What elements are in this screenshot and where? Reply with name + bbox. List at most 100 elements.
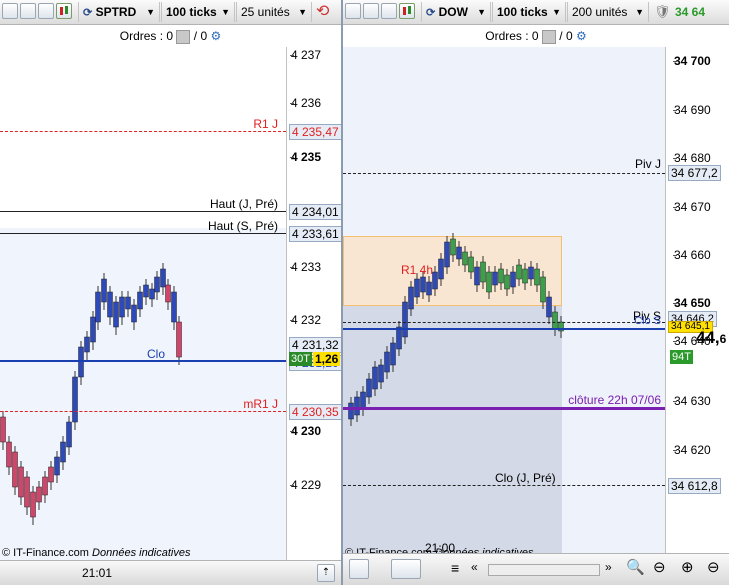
candle	[137, 291, 143, 310]
symbol-dropdown[interactable]: ⟳ DOW ▼	[421, 2, 491, 22]
haut-s-label: Haut (S, Pré)	[207, 219, 278, 233]
right-plot-area[interactable]: Piv J R1 4h Piv S Clo S clôture 22h 07/0…	[343, 47, 665, 561]
settings-icon[interactable]: ⚙	[576, 29, 587, 43]
candle	[450, 238, 456, 256]
candle	[480, 261, 486, 283]
candle	[390, 342, 396, 366]
candle	[30, 491, 36, 518]
line-chart-icon[interactable]	[381, 3, 397, 19]
candle	[420, 276, 426, 293]
minimize-icon[interactable]	[2, 3, 18, 19]
ticks-dropdown[interactable]: 100 ticks ▼	[161, 2, 235, 22]
candle	[348, 402, 354, 420]
candle	[402, 301, 408, 338]
units-dropdown[interactable]: 200 unités ▼	[567, 2, 649, 22]
price-badge: 1,26	[313, 352, 341, 366]
candle	[95, 291, 101, 323]
alert-icon[interactable]: 🛡	[654, 2, 671, 22]
draw-tool-icon[interactable]	[349, 559, 369, 579]
haut-j-tag: 4 234,01	[289, 204, 341, 220]
mr1-tag: 4 230,35	[289, 404, 341, 420]
zoom-fit-icon[interactable]: 🔍	[626, 558, 645, 576]
time-scrollbar[interactable]	[488, 564, 600, 576]
candle	[90, 316, 96, 343]
restore-icon[interactable]	[20, 3, 36, 19]
ticks-label: 100 ticks	[166, 5, 217, 19]
candle	[444, 241, 450, 268]
candle	[54, 456, 60, 476]
line-chart-icon[interactable]	[38, 3, 54, 19]
refresh-icon[interactable]: ⟲	[316, 2, 329, 22]
symbol-label: DOW	[438, 5, 468, 19]
piv-j-label: Piv J	[634, 157, 661, 171]
cancel-orders-icon[interactable]	[541, 29, 556, 44]
zoom-in-icon[interactable]: ⊕	[681, 558, 694, 576]
haut-j-label: Haut (J, Pré)	[209, 197, 278, 211]
copyright: © IT-Finance.com Données indicatives	[2, 547, 191, 559]
piv-j-line	[343, 173, 665, 174]
restore-icon[interactable]	[363, 3, 379, 19]
time-label: 21:01	[82, 566, 113, 580]
candle	[414, 278, 420, 298]
orders-bar: Ordres : 0 / 0 ⚙	[343, 25, 729, 48]
scroll-left-icon[interactable]: «	[471, 560, 478, 574]
units-dropdown[interactable]: 25 unités ▼	[236, 2, 312, 22]
symbol-dropdown[interactable]: ⟳ SPTRD ▼	[78, 2, 160, 22]
candle	[119, 296, 125, 318]
candlestick-icon[interactable]	[399, 3, 415, 19]
cancel-orders-icon[interactable]	[176, 29, 191, 44]
axis-tick: 34 650	[673, 296, 711, 310]
scroll-right-icon[interactable]: »	[605, 560, 612, 574]
clo-label: Clo	[147, 347, 166, 361]
candle	[6, 441, 12, 468]
symbol-refresh-icon: ⟳	[426, 7, 436, 19]
zoom-out-icon[interactable]: ⊖	[653, 558, 666, 576]
haut-s-line	[0, 233, 286, 234]
candle	[78, 346, 84, 378]
candle	[143, 284, 149, 298]
candle	[498, 268, 504, 284]
r1-tag: 4 235,47	[289, 124, 341, 140]
candle	[468, 256, 474, 273]
ticks-dropdown[interactable]: 100 ticks ▼	[492, 2, 566, 22]
right-bottom-toolbar: 21:00 ≡ « » 🔍 ⊖ ⊕ ⊖	[343, 541, 729, 585]
axis-tick: 34 670	[673, 200, 711, 214]
chevron-down-icon: ▼	[477, 7, 486, 17]
scroll-up-icon[interactable]: ⇡	[317, 564, 335, 582]
clo-s-label: Clo S	[634, 315, 661, 327]
clo-line	[0, 360, 286, 362]
ticks-badge: 94T	[670, 350, 693, 364]
axis-tick: 4 233	[289, 260, 322, 274]
minimize-icon[interactable]	[345, 3, 361, 19]
units-label: 25 unités	[241, 5, 290, 19]
settings-icon[interactable]: ⚙	[210, 29, 221, 43]
axis-tick: 34 630	[673, 394, 711, 408]
menu-icon[interactable]: ≡	[451, 560, 459, 576]
left-plot-area[interactable]: R1 J Haut (J, Pré) Haut (S, Pré) Clo mR1…	[0, 47, 286, 561]
candle	[534, 268, 540, 286]
chevron-down-icon: ▼	[221, 7, 230, 17]
r1-label: R1 J	[253, 117, 278, 131]
candle	[516, 264, 522, 280]
left-candles	[0, 263, 182, 525]
units-label: 200 unités	[572, 5, 628, 19]
candle	[552, 311, 558, 330]
candle	[160, 268, 166, 288]
axis-tick: 4 236	[289, 96, 322, 110]
candle	[426, 281, 432, 296]
candle	[522, 268, 528, 284]
candlestick-icon[interactable]	[56, 3, 72, 19]
left-toolbar: ⟳ SPTRD ▼ 100 ticks ▼ 25 unités ▼ ⟲	[0, 0, 341, 25]
mr1-label: mR1 J	[243, 397, 278, 411]
axis-tick: 4 229	[289, 478, 322, 492]
indicator-icon[interactable]	[391, 559, 421, 579]
zoom-reset-icon[interactable]: ⊖	[707, 558, 720, 576]
candle	[546, 296, 552, 318]
candle	[66, 421, 72, 448]
orders-bar: Ordres : 0 / 0 ⚙	[0, 25, 341, 48]
candle	[510, 271, 516, 288]
candle	[438, 258, 444, 280]
candle	[84, 336, 90, 353]
candle	[366, 378, 372, 398]
haut-s-tag: 4 233,61	[289, 226, 341, 242]
